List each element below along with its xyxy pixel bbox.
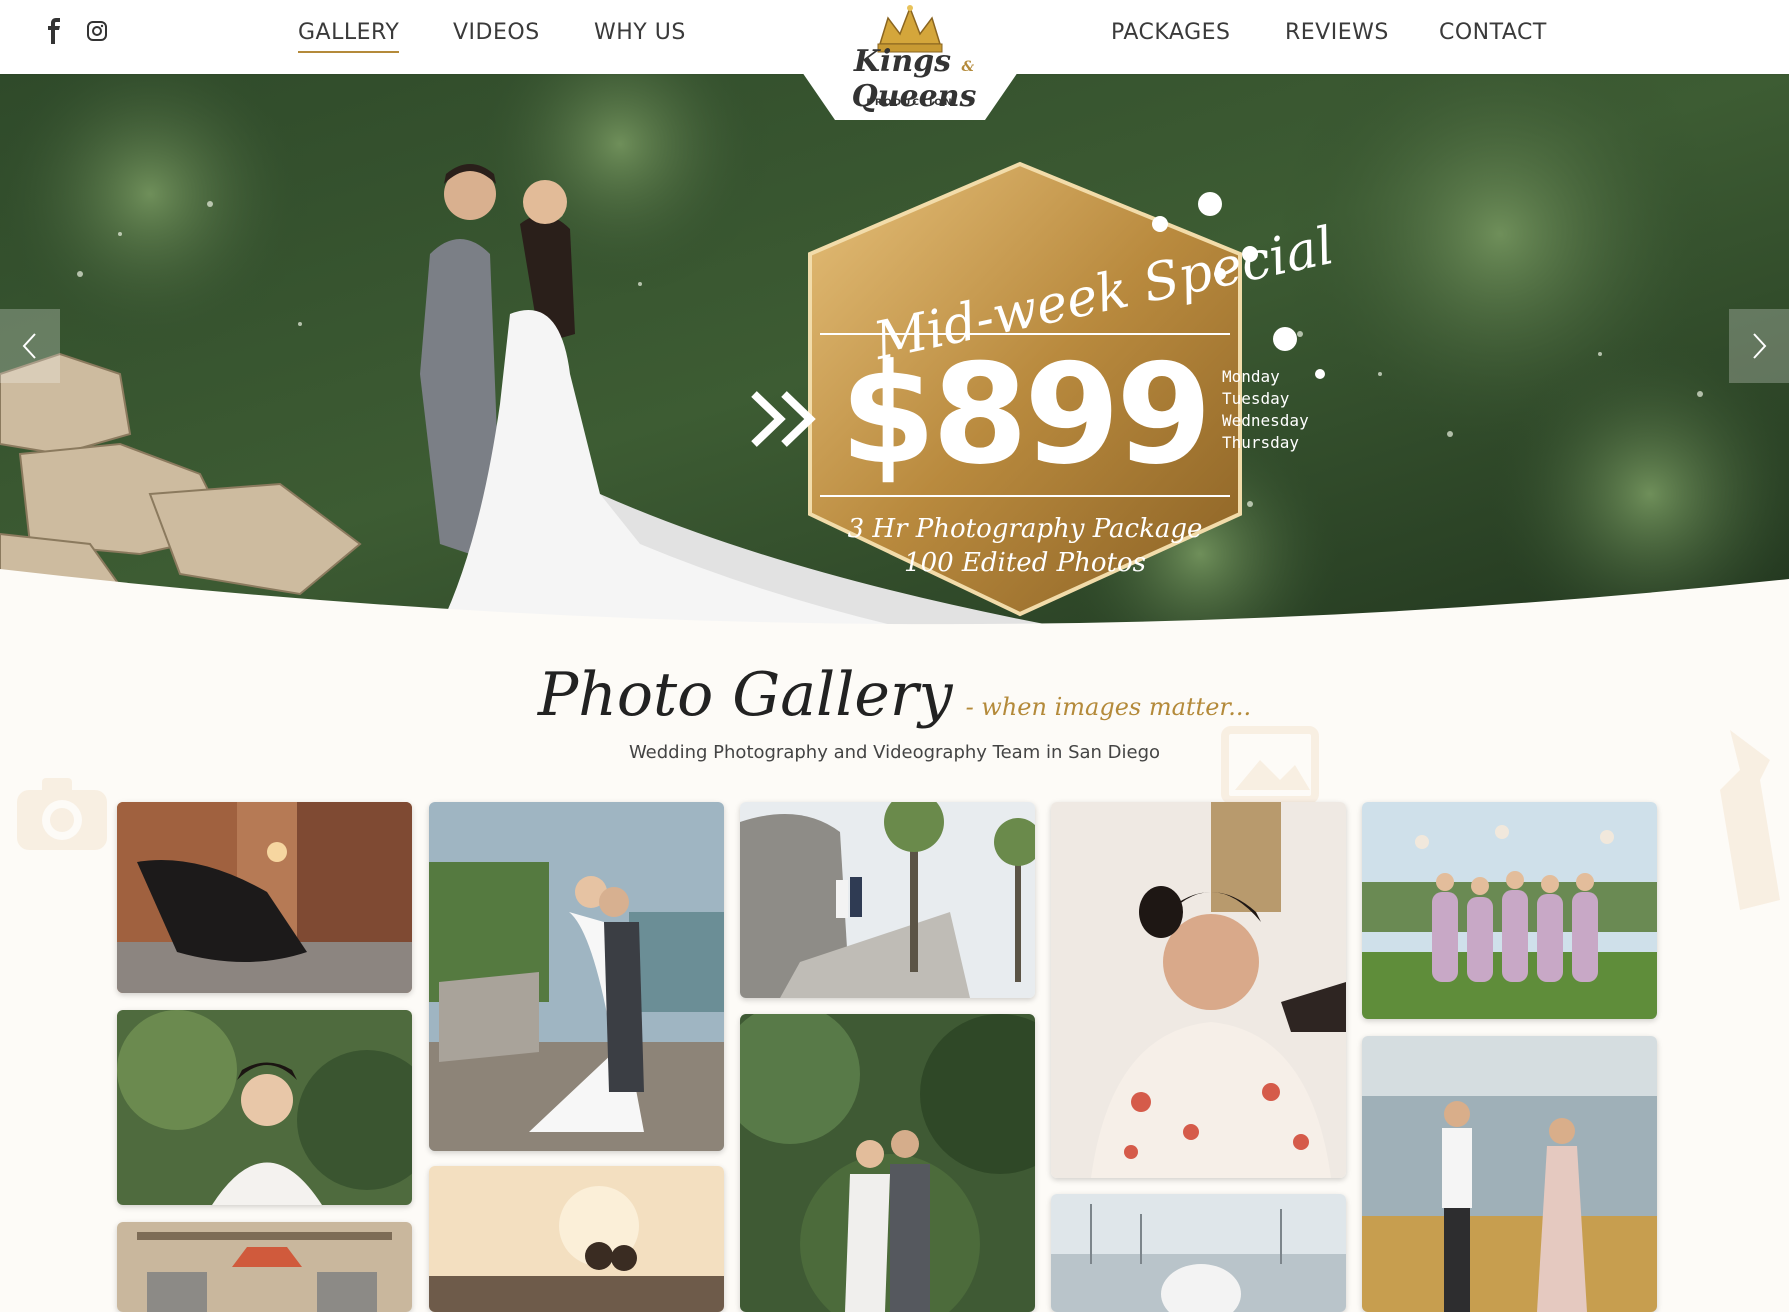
gallery-image (429, 802, 724, 1151)
gallery-image (1362, 1036, 1657, 1312)
gallery-image (117, 1222, 412, 1312)
nav-reviews[interactable]: REVIEWS (1285, 20, 1389, 51)
gallery-title: Photo Gallery (537, 660, 953, 730)
double-chevron-icon (751, 391, 816, 447)
social-links (44, 18, 107, 44)
nav-packages[interactable]: PACKAGES (1111, 20, 1231, 51)
promo-price: $899 (840, 334, 1212, 495)
gallery-tagline: - when images matter... (965, 693, 1252, 721)
gallery-image (1362, 802, 1657, 1019)
gallery-image (429, 1166, 724, 1312)
gallery-photo[interactable] (740, 1014, 1035, 1312)
nav-contact[interactable]: CONTACT (1439, 20, 1547, 51)
gallery-photo[interactable] (1051, 1194, 1346, 1312)
gallery-heading: Photo Gallery - when images matter... (0, 660, 1789, 730)
gallery-image (117, 802, 412, 993)
day-wednesday: Wednesday (1222, 411, 1309, 430)
day-thursday: Thursday (1222, 433, 1300, 452)
nav-videos[interactable]: VIDEOS (453, 20, 540, 51)
day-monday: Monday (1222, 367, 1280, 386)
nav-gallery[interactable]: GALLERY (298, 20, 400, 53)
logo-queens: Queens (851, 79, 977, 114)
photo-frame-decoration-icon (1221, 726, 1319, 804)
logo-kings: Kings (853, 44, 952, 79)
nav-why-us[interactable]: WHY US (594, 20, 686, 51)
chevron-right-icon (1753, 333, 1767, 359)
promo-badge[interactable]: Mid-week Special $899 Monday Tuesday Wed… (740, 134, 1360, 627)
promo-days: Monday Tuesday Wednesday Thursday (1222, 366, 1309, 454)
camera-decoration-icon (17, 778, 107, 850)
gallery-image (117, 1010, 412, 1205)
instagram-icon[interactable] (86, 18, 107, 44)
gallery-photo[interactable] (1051, 802, 1346, 1178)
hero-slider: Mid-week Special $899 Monday Tuesday Wed… (0, 74, 1789, 627)
chevron-left-icon (22, 333, 36, 359)
day-tuesday: Tuesday (1222, 389, 1290, 408)
gallery-photo[interactable] (429, 802, 724, 1151)
gallery-image (1051, 802, 1346, 1178)
gallery-photo[interactable] (117, 1010, 412, 1205)
gallery-photo[interactable] (1362, 802, 1657, 1019)
gallery-photo[interactable] (740, 802, 1035, 998)
gallery-photo[interactable] (1362, 1036, 1657, 1312)
gallery-photo[interactable] (117, 802, 412, 993)
gallery-subtitle: Wedding Photography and Videography Team… (628, 742, 1161, 763)
promo-photos: 100 Edited Photos (904, 548, 1146, 578)
gallery-photo[interactable] (429, 1166, 724, 1312)
slider-next-button[interactable] (1729, 309, 1789, 383)
promo-package: 3 Hr Photography Package (847, 514, 1203, 544)
gallery-image (740, 802, 1035, 998)
logo-amp: & (961, 59, 975, 75)
slider-prev-button[interactable] (0, 309, 60, 383)
site-logo[interactable]: Kings & Queens PRODUCTION (780, 0, 1040, 122)
facebook-icon[interactable] (44, 18, 64, 44)
gallery-photo[interactable] (117, 1222, 412, 1312)
gallery-image (740, 1014, 1035, 1312)
gallery-image (1051, 1194, 1346, 1312)
logo-production: PRODUCTION (866, 98, 954, 108)
